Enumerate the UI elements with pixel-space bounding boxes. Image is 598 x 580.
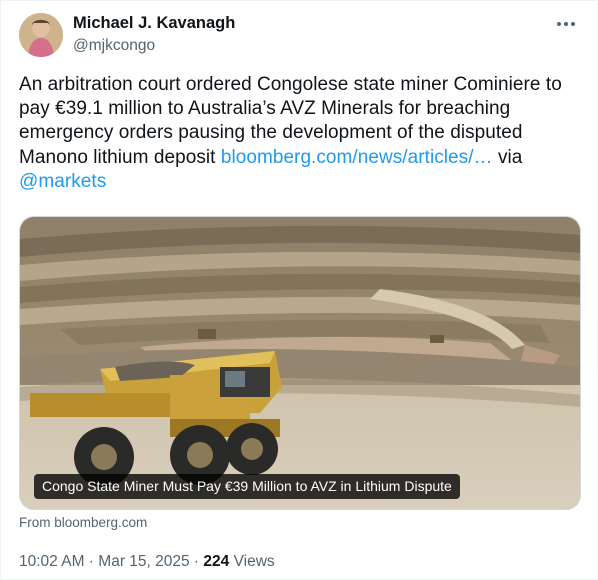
avatar-photo-icon (19, 13, 63, 57)
meta-separator: · (189, 553, 204, 570)
tweet-text: An arbitration court ordered Congolese s… (19, 73, 579, 194)
article-link[interactable]: bloomberg.com/news/articles/… (221, 147, 493, 168)
views-label: Views (229, 553, 275, 570)
views-count: 224 (203, 553, 230, 570)
author-avatar[interactable] (19, 13, 63, 57)
mention-link[interactable]: @markets (19, 171, 106, 192)
tweet-via-text: via (492, 146, 523, 168)
card-image (20, 217, 580, 509)
tweet-date[interactable]: Mar 15, 2025 (98, 553, 189, 570)
link-card[interactable]: Congo State Miner Must Pay €39 Million t… (19, 216, 581, 510)
meta-separator: · (84, 553, 99, 570)
card-title[interactable]: Congo State Miner Must Pay €39 Million t… (34, 474, 460, 499)
more-horizontal-icon (557, 22, 575, 26)
card-source[interactable]: From bloomberg.com (19, 515, 147, 530)
tweet-meta: 10:02 AM · Mar 15, 2025 · 224 Views (19, 553, 275, 571)
tweet-container[interactable]: Michael J. Kavanagh @mjkcongo An arbitra… (0, 0, 598, 580)
author-handle[interactable]: @mjkcongo (73, 37, 155, 55)
author-name[interactable]: Michael J. Kavanagh (73, 14, 235, 33)
more-options-button[interactable] (553, 13, 579, 35)
tweet-time[interactable]: 10:02 AM (19, 553, 85, 570)
